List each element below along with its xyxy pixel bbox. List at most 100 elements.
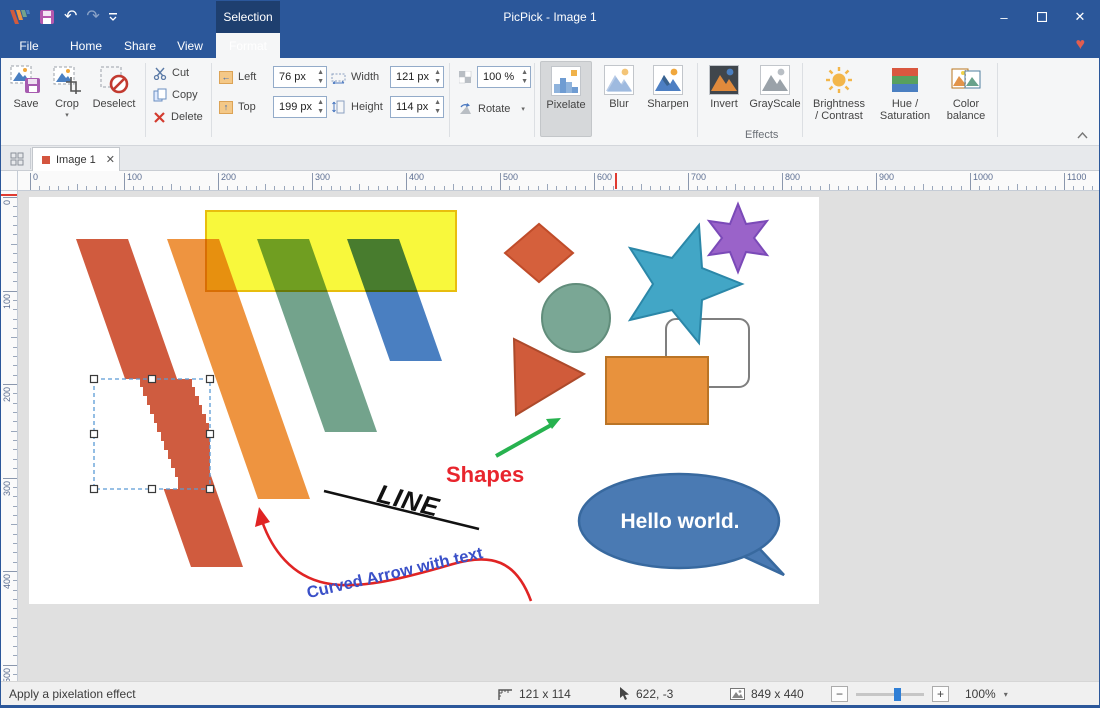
tab-home[interactable]: Home <box>63 33 109 58</box>
ruler-tick <box>791 186 792 190</box>
ruler-tick <box>547 184 548 190</box>
ruler-tick <box>867 186 868 190</box>
tab-view[interactable]: View <box>169 33 211 58</box>
height-spin-down[interactable]: ▼ <box>434 107 441 116</box>
color-balance-button[interactable]: Color balance <box>939 61 993 122</box>
circle-shape[interactable] <box>542 284 610 352</box>
image-size-indicator: 849 x 440 <box>730 682 804 706</box>
ruler-tick <box>961 186 962 190</box>
customize-toolbar-icon[interactable] <box>109 13 117 21</box>
deselect-button[interactable]: Deselect <box>89 61 139 110</box>
ruler-tick <box>575 186 576 190</box>
save-icon[interactable] <box>39 9 55 25</box>
left-spin-down[interactable]: ▼ <box>317 77 324 86</box>
save-button[interactable]: Save <box>7 61 45 110</box>
zoom-slider[interactable] <box>856 693 924 696</box>
ruler-tick <box>820 186 821 190</box>
ruler-tick <box>425 186 426 190</box>
ruler-tick <box>650 186 651 190</box>
status-bar: Apply a pixelation effect 121 x 114 622,… <box>1 681 1099 707</box>
ruler-tick <box>1008 186 1009 190</box>
ruler-tick <box>914 186 915 190</box>
tab-share[interactable]: Share <box>117 33 163 58</box>
width-spin-down[interactable]: ▼ <box>434 77 441 86</box>
ruler-major-tick <box>876 173 877 191</box>
document-tab-image1[interactable]: Image 1 ✕ <box>32 147 120 171</box>
close-button[interactable]: ✕ <box>1061 1 1099 33</box>
zoom-level-value[interactable]: 100% <box>965 687 996 701</box>
crop-button[interactable]: Crop ▾ <box>49 61 85 119</box>
ruler-major-tick <box>3 571 17 572</box>
ruler-tick <box>265 184 266 190</box>
left-spin-up[interactable]: ▲ <box>317 68 324 77</box>
ruler-tick <box>613 186 614 190</box>
grayscale-icon <box>760 65 790 95</box>
hue-label-2: Saturation <box>880 110 930 122</box>
minimize-button[interactable]: – <box>985 1 1023 33</box>
ruler-tick <box>1017 184 1018 190</box>
width-spin-up[interactable]: ▲ <box>434 68 441 77</box>
document-modified-icon <box>42 156 50 164</box>
ruler-tick <box>979 186 980 190</box>
ruler-major-tick <box>1064 173 1065 191</box>
copy-button[interactable]: Copy <box>153 86 198 104</box>
zoom-slider-thumb[interactable] <box>894 688 901 701</box>
top-input[interactable]: 199 px ▲▼ <box>273 96 327 118</box>
tab-format[interactable]: Format <box>216 33 280 58</box>
invert-label: Invert <box>710 98 738 110</box>
collapse-ribbon-icon[interactable] <box>1077 126 1088 144</box>
canvas-area[interactable]: Shapes LINE Hello world. Curved Arrow wi… <box>18 191 1099 681</box>
title-bar[interactable]: ↶ ↷ PicPick - Image 1 Selection – ✕ <box>1 1 1099 33</box>
opacity-spin-down[interactable]: ▼ <box>521 77 528 86</box>
delete-button[interactable]: Delete <box>153 108 203 126</box>
top-spin-up[interactable]: ▲ <box>317 98 324 107</box>
zoom-caret-icon[interactable]: ▾ <box>1004 690 1008 699</box>
ruler-tick <box>227 186 228 190</box>
ruler-tick <box>453 184 454 190</box>
ruler-major-tick <box>3 291 17 292</box>
ruler-tick <box>11 337 17 338</box>
ruler-tick <box>998 186 999 190</box>
image-artwork[interactable]: Shapes LINE Hello world. Curved Arrow wi… <box>29 197 819 604</box>
ruler-tick <box>13 543 17 544</box>
rotate-button[interactable]: Rotate ▾ <box>458 100 525 118</box>
ruler-major-tick <box>594 173 595 191</box>
left-input[interactable]: 76 px ▲▼ <box>273 66 327 88</box>
maximize-button[interactable] <box>1023 1 1061 33</box>
ruler-tick <box>303 186 304 190</box>
redo-icon[interactable]: ↷ <box>86 9 99 25</box>
grayscale-button[interactable]: GrayScale <box>748 61 802 110</box>
thumbnail-view-button[interactable] <box>4 148 31 169</box>
ruler-tick <box>415 186 416 190</box>
left-label: Left <box>238 71 268 83</box>
brightness-contrast-button[interactable]: Brightness / Contrast <box>807 61 871 122</box>
ruler-tick <box>13 468 17 469</box>
orange-rectangle-shape[interactable] <box>606 357 708 424</box>
top-spin-down[interactable]: ▼ <box>317 107 324 116</box>
ruler-tick <box>622 186 623 190</box>
hue-saturation-button[interactable]: Hue / Saturation <box>875 61 935 122</box>
vertical-ruler[interactable]: 0100200300400500 <box>1 191 18 681</box>
opacity-input[interactable]: 100 % ▲▼ <box>477 66 531 88</box>
opacity-spin-up[interactable]: ▲ <box>521 68 528 77</box>
tab-file[interactable]: File <box>9 33 49 58</box>
heart-icon[interactable]: ♥ <box>1076 36 1086 54</box>
document-tab-close-icon[interactable]: ✕ <box>106 153 115 166</box>
effects-group-label: Effects <box>745 129 778 141</box>
yellow-rectangle[interactable] <box>206 211 456 291</box>
height-spin-up[interactable]: ▲ <box>434 98 441 107</box>
sharpen-button[interactable]: Sharpen <box>643 61 693 110</box>
zoom-out-button[interactable]: − <box>831 686 848 702</box>
status-hint: Apply a pixelation effect <box>9 682 136 706</box>
zoom-in-button[interactable]: + <box>932 686 949 702</box>
pixelate-button[interactable]: Pixelate <box>540 61 592 137</box>
height-input[interactable]: 114 px ▲▼ <box>390 96 444 118</box>
blur-button[interactable]: Blur <box>597 61 641 110</box>
undo-icon[interactable]: ↶ <box>64 9 77 25</box>
horizontal-ruler[interactable]: 010020030040050060070080090010001100 <box>18 171 1099 191</box>
cut-button[interactable]: Cut <box>153 64 189 82</box>
ruler-tick <box>133 186 134 190</box>
invert-button[interactable]: Invert <box>702 61 746 110</box>
width-input[interactable]: 121 px ▲▼ <box>390 66 444 88</box>
ruler-tick <box>942 186 943 190</box>
